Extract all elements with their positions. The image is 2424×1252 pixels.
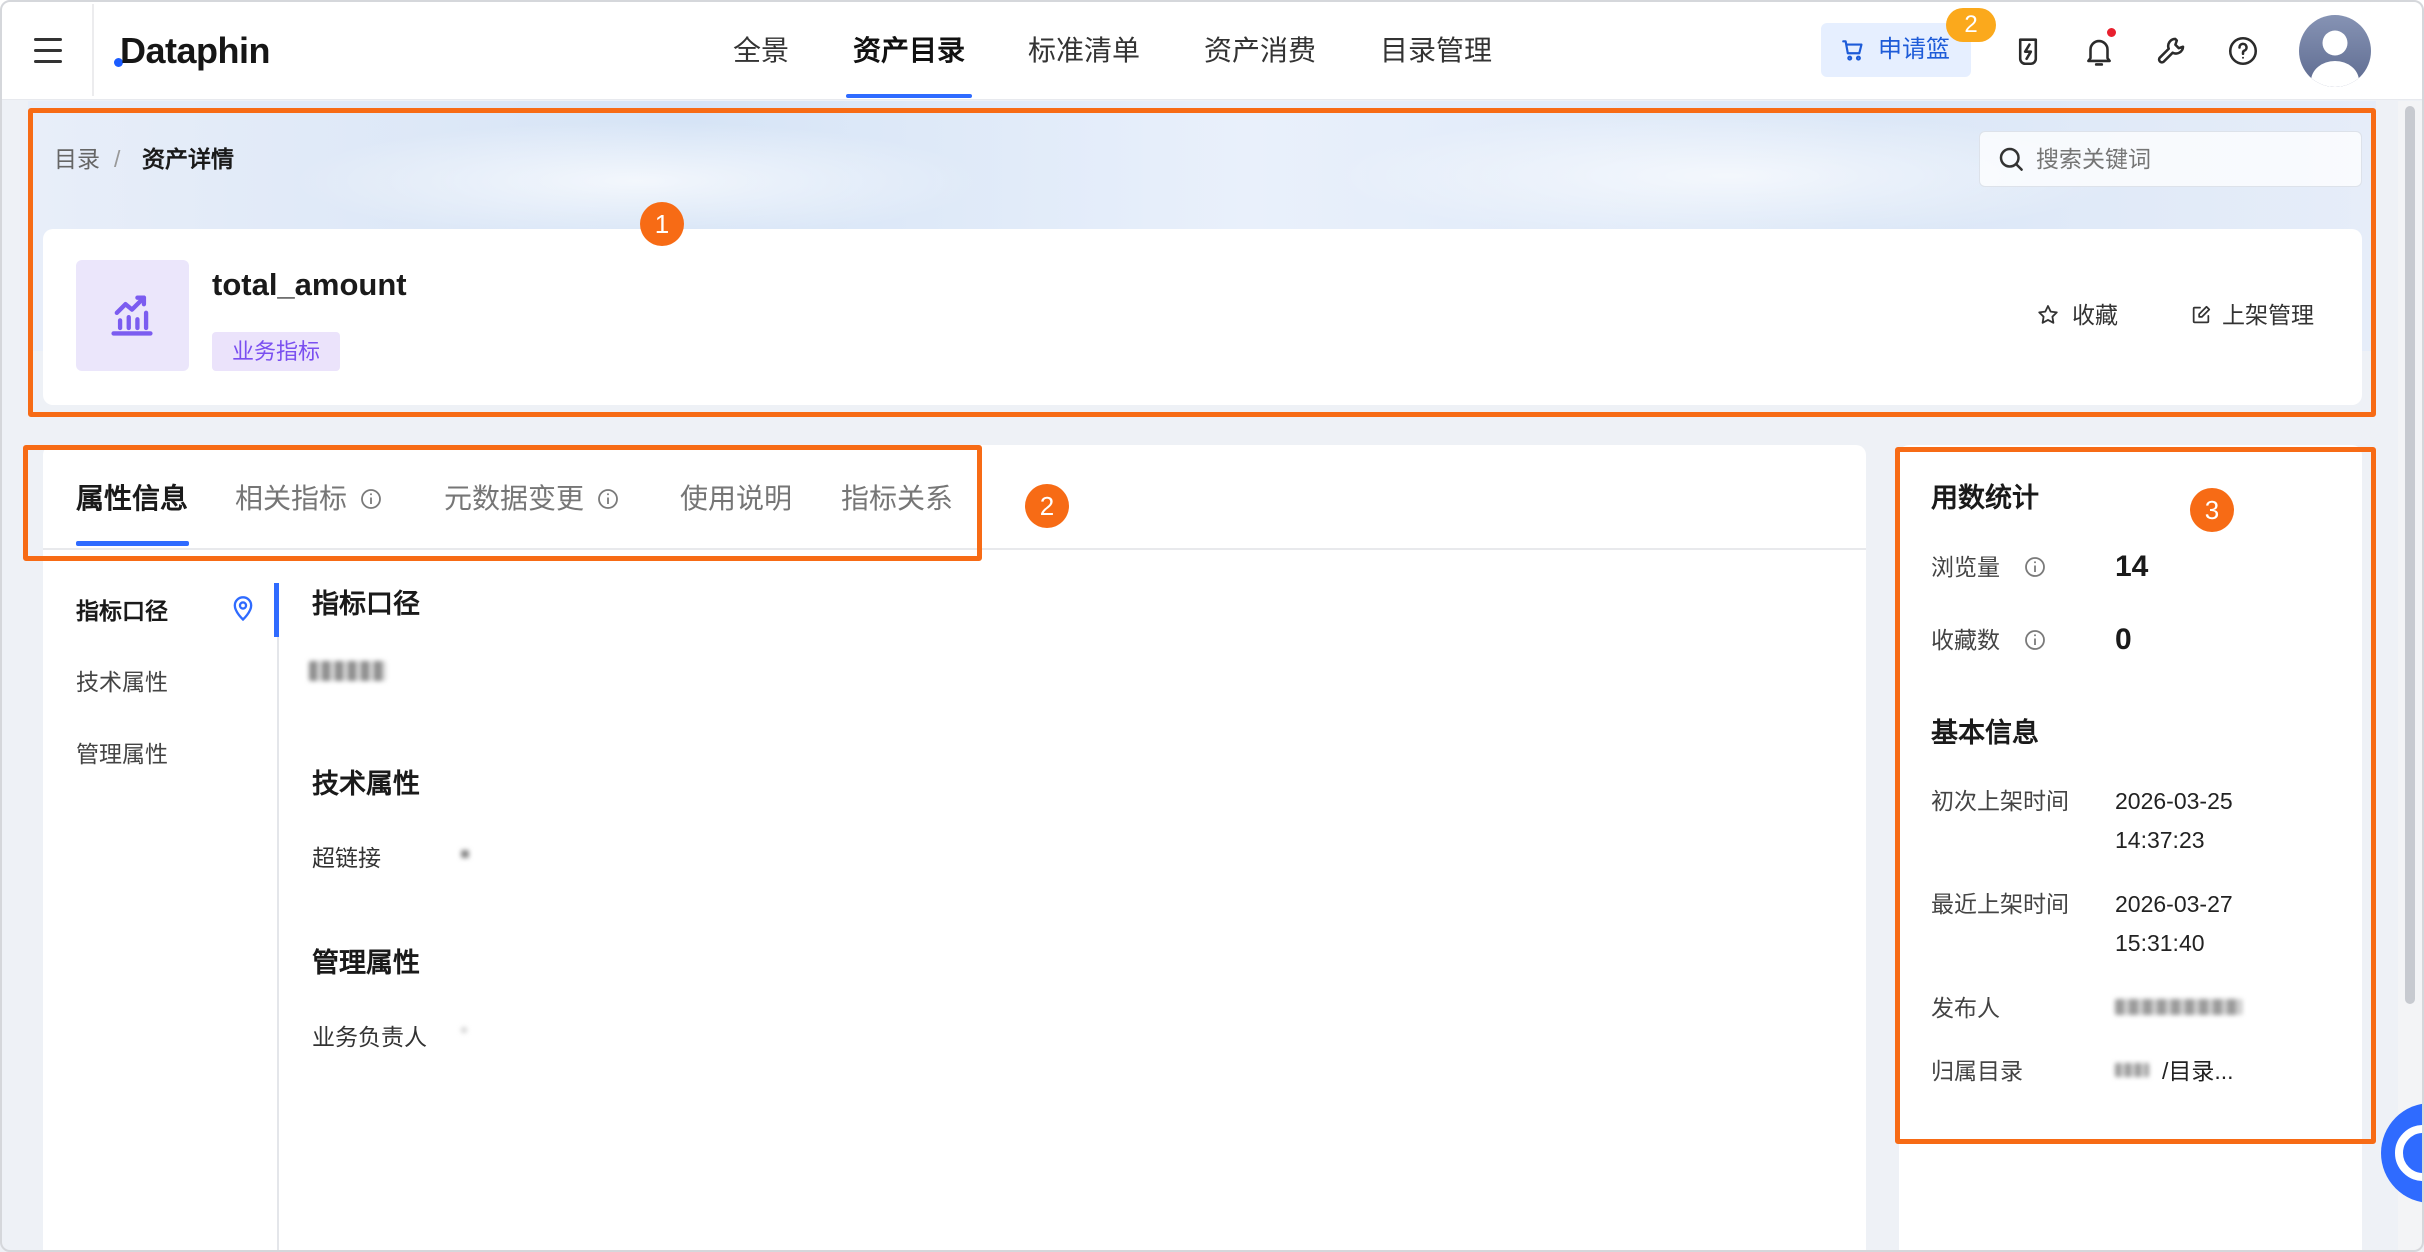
side-nav-active-indicator: [274, 583, 279, 637]
logo[interactable]: Dataphin: [112, 29, 282, 73]
info-icon: [596, 487, 620, 511]
basic-info-title: 基本信息: [1931, 718, 2039, 748]
logo-text: Dataphin: [120, 30, 271, 71]
app-window: Dataphin 全景 资产目录 标准清单 资产消费 目录管理 申请篮 2 目录…: [0, 0, 2424, 1252]
cart-icon: [1840, 37, 1866, 63]
nav-item-asset-catalog[interactable]: 资产目录: [853, 31, 965, 71]
search-box[interactable]: [1979, 131, 2362, 187]
section-title-technical: 技术属性: [312, 769, 420, 799]
field-label-hyperlink: 超链接: [312, 845, 381, 871]
section-title-management: 管理属性: [312, 948, 420, 978]
tab-metadata-changes[interactable]: 元数据变更: [444, 481, 584, 517]
bell-icon[interactable]: [2082, 34, 2116, 68]
tab-attribute-info[interactable]: 属性信息: [76, 481, 188, 517]
wrench-icon[interactable]: [2154, 34, 2188, 68]
tab-active-indicator: [76, 541, 189, 546]
stat-value-views: 14: [2115, 550, 2149, 583]
redacted-value: [461, 850, 469, 858]
redacted-value: [2115, 999, 2242, 1015]
star-icon: [2036, 303, 2060, 327]
side-nav-divider: [277, 583, 279, 1252]
stat-value-favorites: 0: [2115, 623, 2132, 656]
edit-icon: [2190, 304, 2212, 326]
floating-assistant-button[interactable]: [2381, 1103, 2422, 1203]
header-divider: [92, 4, 94, 96]
search-input[interactable]: [2036, 142, 2352, 176]
field-label-business-owner: 业务负责人: [312, 1024, 427, 1050]
info-label-catalog: 归属目录: [1931, 1058, 2023, 1084]
notification-dot: [2105, 26, 2118, 39]
listing-manage-label: 上架管理: [2222, 302, 2314, 328]
nav-active-indicator: [846, 94, 972, 98]
info-label-first-listed: 初次上架时间: [1931, 788, 2069, 814]
info-label-publisher: 发布人: [1931, 995, 2000, 1021]
asset-type-icon-box: [76, 260, 189, 371]
breadcrumb-item-catalog[interactable]: 目录: [54, 147, 100, 171]
favorite-button[interactable]: 收藏: [2030, 297, 2130, 333]
info-value-catalog-path[interactable]: /目录...: [2162, 1056, 2234, 1086]
side-nav-item-technical[interactable]: 技术属性: [76, 667, 168, 697]
favorite-label: 收藏: [2072, 302, 2118, 328]
lightning-icon[interactable]: [2011, 34, 2045, 68]
nav-item-standard-list[interactable]: 标准清单: [1028, 31, 1140, 71]
side-nav-item-definition[interactable]: 指标口径: [76, 596, 168, 626]
redacted-value: [2115, 1063, 2149, 1077]
location-pin-icon: [229, 595, 257, 623]
annotation-marker-1: 1: [640, 202, 684, 246]
asset-header-card: [43, 229, 2362, 405]
listing-manage-button[interactable]: 上架管理: [2185, 297, 2325, 333]
info-icon[interactable]: [2023, 555, 2047, 579]
stat-label-favorites: 收藏数: [1931, 627, 2000, 653]
info-value-last-listed-time: 15:31:40: [2115, 930, 2205, 956]
side-nav-item-management[interactable]: 管理属性: [76, 739, 168, 769]
breadcrumb-item-current: 资产详情: [142, 146, 234, 172]
hamburger-menu-icon[interactable]: [34, 38, 62, 64]
asset-name: total_amount: [212, 267, 407, 302]
annotation-marker-3: 3: [2190, 488, 2234, 532]
top-header: Dataphin 全景 资产目录 标准清单 资产消费 目录管理 申请篮 2: [0, 0, 2424, 100]
nav-item-overview[interactable]: 全景: [733, 31, 789, 71]
asset-type-tag: 业务指标: [212, 332, 340, 371]
tab-metric-relations[interactable]: 指标关系: [841, 481, 953, 517]
metric-chart-icon: [106, 289, 158, 341]
info-label-last-listed: 最近上架时间: [1931, 891, 2069, 917]
usage-stats-title: 用数统计: [1931, 483, 2039, 513]
info-value-first-listed-time: 14:37:23: [2115, 827, 2205, 853]
breadcrumb-separator: /: [114, 146, 121, 172]
section-title-definition: 指标口径: [312, 589, 420, 619]
redacted-value: [309, 661, 386, 681]
search-icon: [1996, 144, 2026, 174]
tab-bar-divider: [43, 548, 1866, 550]
annotation-marker-2: 2: [1025, 484, 1069, 528]
redacted-value: [461, 1027, 467, 1033]
info-icon: [359, 487, 383, 511]
info-value-first-listed-date: 2026-03-25: [2115, 788, 2233, 814]
scrollbar-thumb[interactable]: [2405, 106, 2415, 1004]
tab-related-metrics[interactable]: 相关指标: [235, 481, 347, 517]
cart-count-badge: 2: [1946, 8, 1996, 42]
help-icon[interactable]: [2226, 34, 2260, 68]
nav-item-catalog-management[interactable]: 目录管理: [1380, 31, 1492, 71]
nav-item-asset-consumption[interactable]: 资产消费: [1204, 31, 1316, 71]
cart-label: 申请篮: [1878, 36, 1950, 63]
info-icon[interactable]: [2023, 628, 2047, 652]
stat-label-views: 浏览量: [1931, 554, 2000, 580]
info-value-last-listed-date: 2026-03-27: [2115, 891, 2233, 917]
tab-usage-notes[interactable]: 使用说明: [680, 481, 792, 517]
user-avatar[interactable]: [2299, 15, 2371, 87]
